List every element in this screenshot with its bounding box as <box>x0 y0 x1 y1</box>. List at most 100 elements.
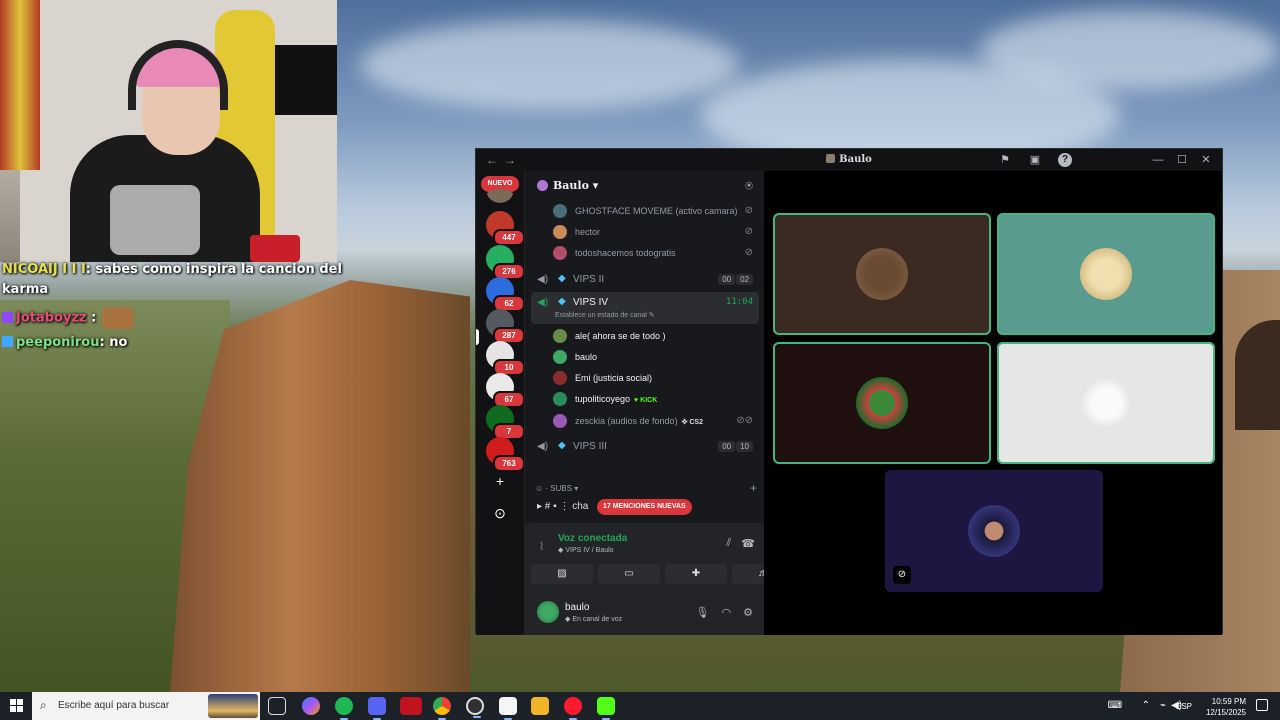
avatar <box>553 371 567 385</box>
settings-gear-icon[interactable]: ⚙ <box>743 606 753 619</box>
avatar <box>553 246 567 260</box>
server-icon[interactable]: 287 <box>486 309 525 344</box>
video-tile[interactable]: ⊘ <box>885 470 1103 592</box>
mic-muted-icon: ⊘ <box>744 247 753 258</box>
video-tile[interactable] <box>997 213 1215 335</box>
kick-activity-badge: ♥ KICK <box>634 397 658 404</box>
close-button[interactable]: ✕ <box>1196 152 1216 168</box>
chevron-up-icon[interactable]: ⌃ <box>1142 700 1150 711</box>
new-mentions-badge[interactable]: 17 MENCIONES NUEVAS <box>597 499 692 515</box>
chat-username: peeponirou <box>16 335 100 350</box>
camera-off-button[interactable]: ▨ <box>531 564 593 584</box>
discord-icon[interactable] <box>368 697 386 720</box>
inbox-flag-icon[interactable]: ⚑ <box>998 153 1012 167</box>
voice-connection-panel: ⌇ Voz conectada ◆ VIPS IV / Baulo ⫽ ☎ ▨ … <box>525 523 794 635</box>
server-icon-partial[interactable] <box>486 189 514 203</box>
voice-member[interactable]: Emi (justicia social) <box>553 368 759 388</box>
headphones-icon[interactable]: ◠ <box>722 606 732 619</box>
help-icon[interactable]: ? <box>1058 153 1072 167</box>
taskbar: ⌕ Escribe aquí para buscar ⌨ ⌃ ⌁ ◀) ESP … <box>0 692 1280 720</box>
screen-icon[interactable]: ▣ <box>1028 153 1042 167</box>
add-channel-icon[interactable]: + <box>750 481 757 495</box>
network-icon[interactable]: ⌁ <box>1160 700 1166 711</box>
mic-and-sound-muted-icon: ⊘⊘ <box>736 415 753 426</box>
explore-icon[interactable]: ⊙ <box>490 503 510 523</box>
avatar <box>553 225 567 239</box>
search-highlight-image[interactable] <box>208 694 258 718</box>
chrome-icon[interactable] <box>433 697 451 720</box>
maximize-button[interactable]: ☐ <box>1172 152 1192 168</box>
voice-member[interactable]: todoshacemos todogratis ⊘ <box>553 243 759 263</box>
diamond-icon: ◆ <box>558 273 566 284</box>
voice-location[interactable]: ◆ VIPS IV / Baulo <box>558 546 614 554</box>
username[interactable]: baulo <box>565 602 589 613</box>
disconnect-icon[interactable]: ☎ <box>741 537 755 550</box>
language-indicator[interactable]: ESP <box>1176 702 1192 711</box>
participant-avatar <box>1080 377 1132 429</box>
voice-member[interactable]: zesckia (audios de fondo) ✜ CS2 ⊘⊘ <box>553 411 759 431</box>
file-explorer-icon[interactable] <box>531 697 549 715</box>
server-icon[interactable]: 447 <box>486 211 525 246</box>
video-tile[interactable] <box>997 342 1215 464</box>
minimize-button[interactable]: — <box>1148 152 1168 168</box>
user-limit: 00 02 <box>717 274 753 285</box>
server-boost-icon <box>537 180 548 191</box>
windows-start-icon[interactable] <box>10 699 24 713</box>
server-icon[interactable]: 7 <box>486 405 525 440</box>
channel-sidebar: Baulo ▾ ⍟ GHOSTFACE MOVEME (activo camar… <box>524 171 794 635</box>
chat-message: Jotaboyzz : <box>2 307 135 329</box>
voice-member[interactable]: baulo <box>553 347 759 367</box>
voice-member[interactable]: hector ⊘ <box>553 222 759 242</box>
video-tile[interactable] <box>773 342 991 464</box>
server-icon[interactable]: 10 <box>486 341 525 376</box>
cs2-activity-badge: ✜ CS2 <box>681 419 703 426</box>
share-screen-button[interactable]: ▭ <box>598 564 660 584</box>
video-tile[interactable] <box>773 213 991 335</box>
video-editor-icon[interactable] <box>400 697 422 715</box>
signal-icon[interactable]: ⌇ <box>539 540 544 553</box>
user-avatar[interactable] <box>537 601 559 623</box>
chat-text: : <box>91 310 97 326</box>
speaker-active-icon: ◀) <box>537 297 549 308</box>
noise-suppression-icon[interactable]: ⫽ <box>726 537 731 550</box>
participant-avatar <box>968 505 1020 557</box>
server-icon[interactable]: 276 <box>486 245 525 280</box>
voice-channel-vips-iv[interactable]: ◀) ◆ VIPS IV 11:04 Establece un estado d… <box>531 292 759 324</box>
soda-can <box>250 235 300 262</box>
category-subs[interactable]: ☺ · SUBS ▾ + <box>535 481 757 495</box>
taskbar-search[interactable]: ⌕ Escribe aquí para buscar <box>32 692 260 720</box>
keyboard-icon[interactable]: ⌨ <box>1108 700 1122 711</box>
spotify-icon[interactable] <box>335 697 353 720</box>
voice-channel-vips-ii[interactable]: ◀) ◆ VIPS II 00 02 <box>531 269 759 291</box>
invite-user-icon[interactable]: ⍟ <box>741 178 757 194</box>
server-icon[interactable]: 67 <box>486 373 525 408</box>
participant-avatar <box>1080 248 1132 300</box>
copilot-icon[interactable] <box>302 697 320 715</box>
server-header[interactable]: Baulo ▾ ⍟ <box>525 171 765 201</box>
notification-icon[interactable] <box>1256 699 1268 711</box>
add-server-icon[interactable]: + <box>490 471 510 491</box>
webcam-overlay <box>0 0 337 262</box>
server-icon[interactable]: 62 <box>486 277 525 312</box>
server-name[interactable]: Baulo ▾ <box>553 179 598 192</box>
participant-avatar <box>856 248 908 300</box>
avatar <box>553 329 567 343</box>
clock[interactable]: 10:59 PM 12/15/2025 <box>1206 696 1246 718</box>
voice-member[interactable]: ale( ahora se de todo ) <box>553 326 759 346</box>
task-view-icon[interactable] <box>268 697 286 715</box>
mention-count: 447 <box>493 229 525 246</box>
diamond-icon: ◆ <box>558 440 566 451</box>
mic-muted-icon: ⊘ <box>744 205 753 216</box>
microphone-icon[interactable]: 🎙 <box>696 606 710 619</box>
activities-button[interactable]: ✚ <box>665 564 727 584</box>
obs-icon[interactable] <box>466 697 484 718</box>
capcut-icon[interactable] <box>499 697 517 720</box>
server-icon[interactable]: 763 <box>486 437 525 472</box>
opera-icon[interactable] <box>564 697 582 720</box>
voice-member[interactable]: tupoliticoyego ♥ KICK <box>553 389 759 409</box>
voice-channel-vips-iii[interactable]: ◀) ◆ VIPS III 00 10 <box>531 436 759 458</box>
kick-icon[interactable] <box>597 697 615 720</box>
voice-member[interactable]: GHOSTFACE MOVEME (activo camara) ⊘ <box>553 201 759 221</box>
voice-status[interactable]: Voz conectada <box>558 533 627 544</box>
channel-status[interactable]: Establece un estado de canal ✎ <box>555 311 655 319</box>
